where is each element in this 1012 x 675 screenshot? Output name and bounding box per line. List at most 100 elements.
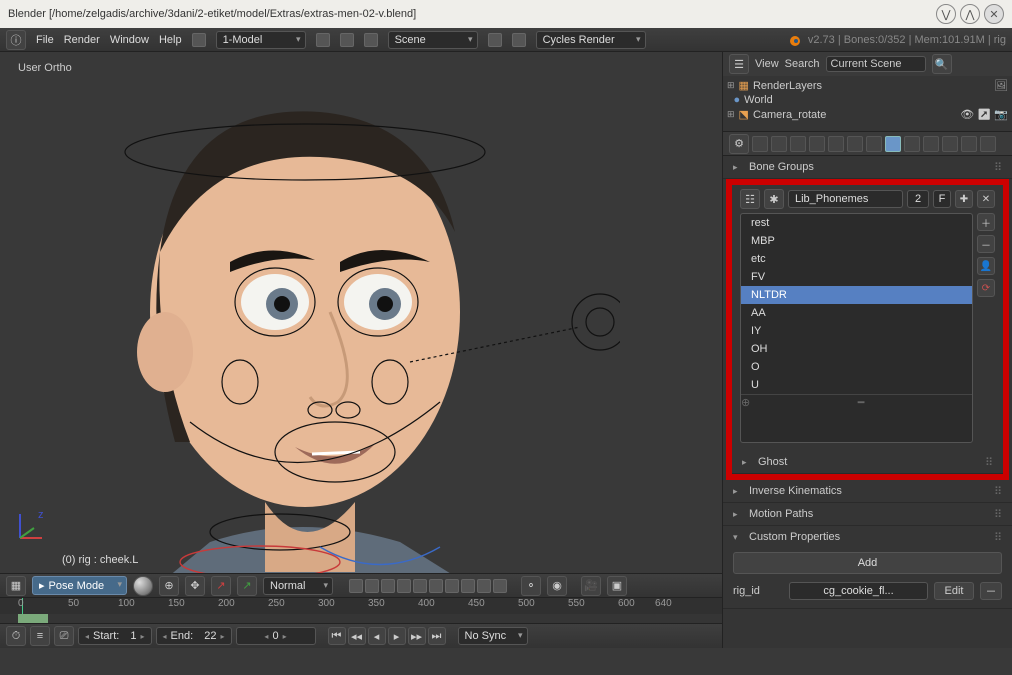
play-button[interactable]: ▸ — [388, 627, 406, 645]
menu-file[interactable]: File — [36, 34, 54, 46]
pose-list-item[interactable]: FV — [741, 268, 972, 286]
action-type-icon[interactable]: ✱ — [764, 189, 784, 209]
window-maximize-button[interactable]: ⋀ — [960, 4, 980, 24]
pose-library-name-field[interactable]: Lib_Phonemes — [788, 190, 903, 208]
tab-scene[interactable] — [790, 136, 806, 152]
tab-bone-constraint[interactable] — [923, 136, 939, 152]
jump-start-button[interactable]: ⏮ — [328, 627, 346, 645]
outliner-view-label[interactable]: View — [755, 58, 779, 70]
jump-end-button[interactable]: ⏭ — [428, 627, 446, 645]
sync-dropdown[interactable]: No Sync — [458, 627, 528, 645]
scene-icon[interactable] — [364, 33, 378, 47]
layout-icon[interactable] — [192, 33, 206, 47]
outliner-search-icon[interactable]: 🔍 — [932, 54, 952, 74]
viewport-3d-content[interactable] — [60, 72, 620, 592]
panel-ghost[interactable]: ▸Ghost⠿ — [732, 451, 1003, 473]
window-close-button[interactable]: ✕ — [984, 4, 1004, 24]
pose-list-item[interactable]: NLTDR — [741, 286, 972, 304]
clip-icon[interactable]: ▣ — [607, 576, 627, 596]
prev-keyframe-button[interactable]: ◂◂ — [348, 627, 366, 645]
tab-modifiers[interactable] — [866, 136, 882, 152]
panel-bone-groups[interactable]: ▸Bone Groups⠿ — [723, 156, 1012, 178]
window-minimize-button[interactable]: ⋁ — [936, 4, 956, 24]
viewport-shading-sphere[interactable] — [133, 576, 153, 596]
action-browse-icon[interactable]: ☷ — [740, 189, 760, 209]
panel-inverse-kinematics[interactable]: ▸Inverse Kinematics⠿ — [723, 480, 1012, 502]
tab-world[interactable] — [809, 136, 825, 152]
timeline-tick: 550 — [568, 598, 585, 612]
tab-armature[interactable] — [885, 136, 901, 152]
active-object-label: (0) rig : cheek.L — [62, 554, 138, 566]
timeline-range-icon[interactable]: ⎚ — [54, 626, 74, 646]
outliner-search-label[interactable]: Search — [785, 58, 820, 70]
timeline-ruler[interactable]: 0 50 100 150 200 250 300 350 400 450 500… — [0, 598, 722, 614]
pose-list-item[interactable]: rest — [741, 214, 972, 232]
pose-list[interactable]: restMBPetcFVNLTDRAAIYOHOU ⊕━ — [740, 213, 973, 443]
tab-bone[interactable] — [904, 136, 920, 152]
pose-apply-button[interactable]: 👤 — [977, 257, 995, 275]
start-frame-field[interactable]: Start: 1 — [78, 627, 152, 645]
pose-list-item[interactable]: AA — [741, 304, 972, 322]
pose-list-item[interactable]: O — [741, 358, 972, 376]
layer-buttons[interactable] — [349, 579, 507, 593]
pose-library-unlink[interactable]: ✕ — [977, 190, 995, 208]
pose-list-item[interactable]: MBP — [741, 232, 972, 250]
add-layout-icon[interactable] — [316, 33, 330, 47]
outliner-filter-input[interactable] — [826, 56, 926, 72]
pose-library-fake-user[interactable]: F — [933, 190, 951, 208]
play-reverse-button[interactable]: ◂ — [368, 627, 386, 645]
pose-list-item[interactable]: OH — [741, 340, 972, 358]
tab-render[interactable] — [752, 136, 768, 152]
orientation-dropdown[interactable]: Normal — [263, 577, 333, 595]
pose-add-button[interactable]: ＋ — [977, 213, 995, 231]
pose-library-add-action[interactable]: ✚ — [955, 190, 973, 208]
timeline-editor-icon[interactable]: ⏱ — [6, 626, 26, 646]
menu-help[interactable]: Help — [159, 34, 182, 46]
outliner-editor-icon[interactable]: ☰ — [729, 54, 749, 74]
panel-motion-paths[interactable]: ▸Motion Paths⠿ — [723, 503, 1012, 525]
menu-window[interactable]: Window — [110, 34, 149, 46]
axis-icon[interactable]: ↗ — [211, 576, 231, 596]
tab-object[interactable] — [828, 136, 844, 152]
tab-physics[interactable] — [980, 136, 996, 152]
info-icon[interactable]: ⓘ — [6, 30, 26, 50]
mode-dropdown[interactable]: ▸Pose Mode — [32, 576, 127, 595]
render-preview-icon[interactable]: 🎥 — [581, 576, 601, 596]
snap-icon[interactable]: ⚬ — [521, 576, 541, 596]
tab-material[interactable] — [942, 136, 958, 152]
render-engine-dropdown[interactable]: Cycles Render — [536, 31, 646, 49]
menu-render[interactable]: Render — [64, 34, 100, 46]
tab-texture[interactable] — [961, 136, 977, 152]
pivot-icon[interactable]: ⊕ — [159, 576, 179, 596]
current-frame-field[interactable]: 0 — [236, 627, 316, 645]
outliner-item[interactable]: ⊞▦RenderLayers🖼 — [727, 78, 1008, 93]
tab-constraints[interactable] — [847, 136, 863, 152]
scene-dropdown[interactable]: Scene — [388, 31, 478, 49]
pose-list-item[interactable]: U — [741, 376, 972, 394]
outliner-item[interactable]: ●World — [727, 93, 1008, 107]
pose-library-users[interactable]: 2 — [907, 190, 929, 208]
panel-custom-properties[interactable]: ▾Custom Properties⠿ — [723, 526, 1012, 548]
pose-list-item[interactable]: etc — [741, 250, 972, 268]
properties-editor-icon[interactable]: ⚙ — [729, 134, 749, 154]
pose-sanitize-button[interactable]: ⟳ — [977, 279, 995, 297]
tab-layers[interactable] — [771, 136, 787, 152]
axis-icon-2[interactable]: ↗ — [237, 576, 257, 596]
custom-prop-add-button[interactable]: Add — [733, 552, 1002, 574]
custom-prop-edit-button[interactable]: Edit — [934, 582, 974, 600]
editor-type-icon[interactable]: ▦ — [6, 576, 26, 596]
pose-remove-button[interactable]: － — [977, 235, 995, 253]
end-frame-field[interactable]: End: 22 — [156, 627, 232, 645]
remove-layout-icon[interactable] — [340, 33, 354, 47]
proportional-icon[interactable]: ◉ — [547, 576, 567, 596]
next-keyframe-button[interactable]: ▸▸ — [408, 627, 426, 645]
remove-scene-icon[interactable] — [512, 33, 526, 47]
pose-list-item[interactable]: IY — [741, 322, 972, 340]
add-scene-icon[interactable] — [488, 33, 502, 47]
custom-prop-delete-button[interactable]: － — [980, 582, 1002, 600]
custom-prop-value[interactable]: cg_cookie_fl... — [789, 582, 928, 600]
screen-layout-dropdown[interactable]: 1-Model — [216, 31, 306, 49]
outliner-item[interactable]: ⊞⬔Camera_rotate👁 ↗ 📷 — [727, 107, 1008, 122]
manipulator-icon[interactable]: ✥ — [185, 576, 205, 596]
timeline-menu-icon[interactable]: ≡ — [30, 626, 50, 646]
